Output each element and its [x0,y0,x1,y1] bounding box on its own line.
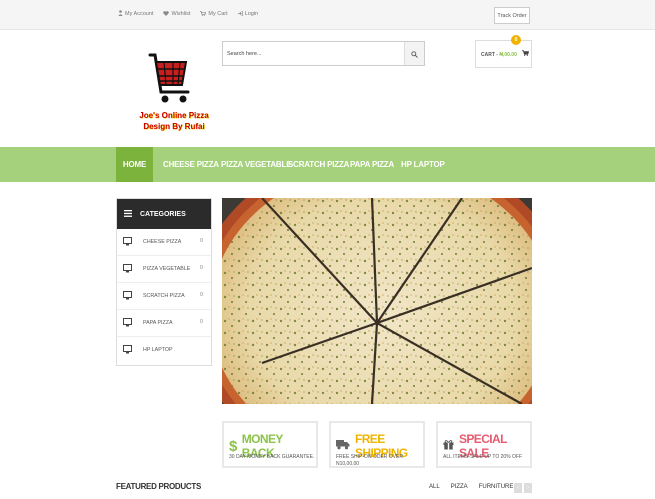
category-item[interactable]: PIZZA VEGETABLE 0 [117,256,211,283]
logo-line-1: Joe's Online Pizza [139,111,209,120]
nav-papa-pizza[interactable]: PAPA PIZZA [350,147,394,182]
category-label: SCRATCH PIZZA [143,293,185,299]
search-bar [222,41,425,66]
wishlist-label: Wishlist [171,11,191,17]
login-link[interactable]: Login [237,10,259,18]
product-filter-tabs: ALL PIZZA FURNITURE [429,484,513,490]
login-icon [237,10,243,18]
search-button[interactable] [404,42,424,65]
login-label: Login [244,11,259,17]
filter-all[interactable]: ALL [429,484,440,490]
my-cart-link[interactable]: My Cart [200,10,228,18]
logo-text: Joe's Online Pizza Design By Rufai [134,110,214,132]
categories-panel: CATEGORIES CHEESE PIZZA 0 PIZZA VEGETABL… [116,198,212,366]
cart-summary: CART - ₦,00.00 [481,52,517,58]
search-input[interactable] [227,46,403,62]
user-icon [118,10,123,18]
carousel-next-button[interactable]: › [524,483,532,493]
track-order-button[interactable]: Track Order [494,7,530,24]
truck-icon [336,439,350,453]
nav-scratch-pizza[interactable]: SCRATCH PIZZA [288,147,349,182]
logo-line-2: Design By Rufai [143,122,205,131]
cart-icon [522,50,530,58]
list-icon [124,209,132,219]
feature-free-shipping: FREE SHIPPING FREE SHIP-ON ODER OVER N10… [329,421,425,468]
main-nav: HOME CHEESE PIZZA PIZZA VEGETABLE SCRATC… [0,147,655,182]
category-item[interactable]: HP LAPTOP [117,337,211,364]
carousel-prev-button[interactable]: ‹ [514,483,522,493]
pizza-illustration [222,198,532,404]
heart-icon [163,10,170,18]
monitor-icon [123,318,132,327]
cart-icon [200,10,207,18]
wishlist-link[interactable]: Wishlist [163,10,190,18]
category-item[interactable]: SCRATCH PIZZA 0 [117,283,211,310]
dollar-icon: $ [229,437,237,455]
cart-label: CART - [481,52,498,58]
monitor-icon [123,264,132,273]
my-account-link[interactable]: My Account [118,10,153,18]
categories-title: CATEGORIES [140,210,186,218]
my-account-label: My Account [125,11,154,17]
monitor-icon [123,345,132,354]
search-icon [411,45,418,63]
top-links: My Account Wishlist My Cart Login [118,10,258,18]
featured-products-heading: FEATURED PRODUCTS [116,482,201,491]
category-count: 0 [200,319,203,325]
top-bar: My Account Wishlist My Cart Login Track … [0,0,655,30]
category-label: HP LAPTOP [143,347,173,353]
feature-subtitle: FREE SHIP-ON ODER OVER N10,00.00 [336,454,403,467]
feature-special-sale: SPECIAL SALE ALL ITEMS-SALE UP TO 20% OF… [436,421,532,468]
nav-hp-laptop[interactable]: HP LAPTOP [401,147,445,182]
chevron-left-icon: ‹ [517,485,519,491]
header-cart[interactable]: CART - ₦,00.00 [475,40,532,68]
nav-home[interactable]: HOME [116,147,153,182]
nav-pizza-vegetable[interactable]: PIZZA VEGETABLE [221,147,292,182]
nav-cheese-pizza[interactable]: CHEESE PIZZA [163,147,219,182]
monitor-icon [123,291,132,300]
filter-furniture[interactable]: FURNITURE [479,484,514,490]
category-count: 0 [200,238,203,244]
cart-total: ₦,00.00 [499,52,517,58]
cart-count-badge: 0 [511,35,521,45]
filter-pizza[interactable]: PIZZA [451,484,468,490]
hero-banner-image[interactable] [222,198,532,404]
category-count: 0 [200,292,203,298]
feature-subtitle: ALL ITEMS-SALE UP TO 20% OFF [443,454,523,460]
category-label: PIZZA VEGETABLE [143,266,191,272]
chevron-right-icon: › [527,485,529,491]
category-label: CHEESE PIZZA [143,239,182,245]
feature-subtitle: 30 DAY MONEY BACK GUARANTEE. [229,454,315,460]
category-label: PAPA PIZZA [143,320,173,326]
gift-icon [443,439,454,453]
monitor-icon [123,237,132,246]
shopping-cart-logo-icon [148,53,190,103]
category-count: 0 [200,265,203,271]
categories-header: CATEGORIES [117,199,211,229]
category-item[interactable]: CHEESE PIZZA 0 [117,229,211,256]
my-cart-label: My Cart [208,11,228,17]
category-item[interactable]: PAPA PIZZA 0 [117,310,211,337]
feature-money-back: $ MONEY BACK 30 DAY MONEY BACK GUARANTEE… [222,421,318,468]
